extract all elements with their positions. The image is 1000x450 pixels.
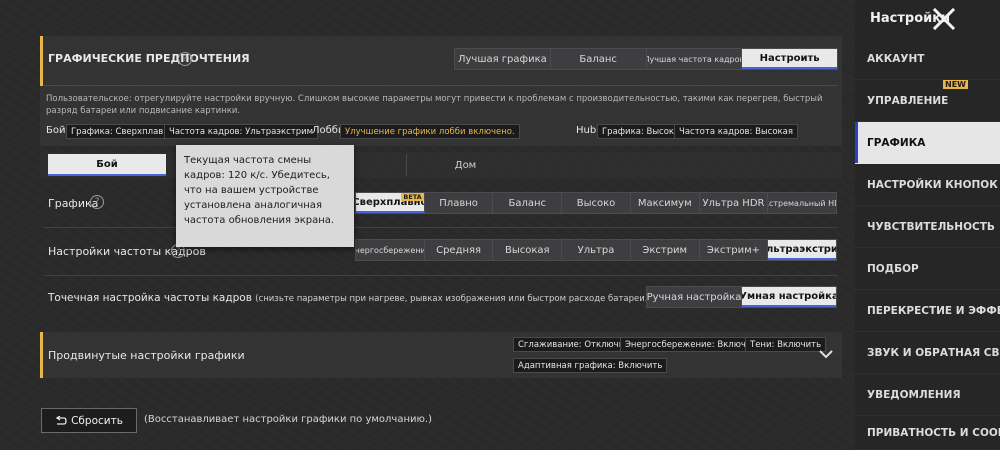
sidebar-item-notifications[interactable]: УВЕДОМЛЕНИЯ: [855, 374, 1000, 416]
fps-tooltip: Текущая частота смены кадров: 120 к/с. У…: [176, 145, 354, 247]
graphics-option-max[interactable]: Максимум: [631, 193, 700, 213]
fine-tune-selector: Ручная настройка Умная настройка: [646, 286, 837, 308]
fps-option-ultra[interactable]: Ультра: [562, 240, 631, 260]
sidebar-item-button-settings[interactable]: НАСТРОЙКИ КНОПОК: [855, 164, 1000, 206]
preset-best-fps[interactable]: Лучшая частота кадров: [647, 49, 743, 69]
fine-tune-label: Точечная настройка частоты кадров (снизь…: [48, 292, 651, 304]
fps-option-high[interactable]: Высокая: [493, 240, 563, 260]
row-divider: [44, 275, 838, 276]
advanced-tag-shadows: Тени: Включить: [745, 337, 827, 352]
fps-option-ultra-extreme[interactable]: Ультраэкстрим: [768, 240, 837, 260]
fps-option-extreme[interactable]: Экстрим: [631, 240, 700, 260]
hub-graphics-tag: Графика: Высоко: [597, 124, 685, 139]
sidebar-item-matchmaking[interactable]: ПОДБОР: [855, 248, 1000, 290]
fps-selector: Энергосбережение Средняя Высокая Ультра …: [355, 239, 837, 261]
hub-label: Hub: [576, 125, 597, 136]
fine-tune-smart[interactable]: Умная настройка: [742, 287, 836, 307]
graphics-option-extreme-hdr[interactable]: Экстремальный HDR: [768, 193, 836, 213]
preset-best-graphics[interactable]: Лучшая графика: [455, 49, 551, 69]
row-divider: [44, 227, 838, 228]
lobby-status-tag: Улучшение графики лобби включено.: [340, 124, 520, 139]
custom-description: Пользовательское: отрегулируйте настройк…: [46, 94, 823, 116]
close-icon[interactable]: [930, 6, 958, 32]
undo-icon: [55, 414, 67, 426]
advanced-title: Продвинутые настройки графики: [48, 349, 245, 362]
reset-hint: (Восстанавливает настройки графики по ум…: [144, 414, 433, 425]
fps-option-medium[interactable]: Средняя: [425, 240, 494, 260]
graphics-prefs-title: ГРАФИЧЕСКИЕ ПРЕДПОЧТЕНИЯ: [48, 52, 250, 65]
reset-button[interactable]: Сбросить: [41, 408, 137, 433]
sidebar-item-privacy[interactable]: ПРИВАТНОСТЬ И СООБЩ.: [855, 416, 1000, 450]
hub-fps-tag: Частота кадров: Высокая: [674, 124, 798, 139]
sidebar-item-controls[interactable]: УПРАВЛЕНИЕ: [855, 80, 1000, 122]
help-icon[interactable]: ?: [178, 52, 192, 66]
fps-option-extreme-plus[interactable]: Экстрим+: [700, 240, 769, 260]
battle-fps-tag: Частота кадров: Ультраэкстрим: [164, 124, 319, 139]
tab-battle[interactable]: Бой: [48, 154, 166, 176]
sidebar-item-sensitivity[interactable]: ЧУВСТВИТЕЛЬНОСТЬ: [855, 206, 1000, 248]
preset-selector: Лучшая графика Баланс Лучшая частота кад…: [454, 48, 838, 70]
panel-accent: [40, 332, 43, 378]
graphics-option-ultra-hdr[interactable]: Ультра HDR: [700, 193, 769, 213]
fps-option-power-saving[interactable]: Энергосбережение: [356, 240, 425, 260]
help-icon[interactable]: ?: [90, 195, 104, 209]
new-badge: NEW: [943, 80, 968, 89]
tab-home[interactable]: Дом: [406, 154, 524, 176]
beta-badge: BETA: [401, 193, 424, 201]
chevron-down-icon[interactable]: [818, 348, 834, 360]
prefs-divider: [44, 85, 838, 86]
battle-graphics-tag: Графика: Сверхплавно: [66, 124, 180, 139]
graphics-option-high[interactable]: Высоко: [562, 193, 631, 213]
preset-custom[interactable]: Настроить: [742, 49, 837, 69]
graphics-option-balance[interactable]: Баланс: [493, 193, 563, 213]
panel-accent: [40, 36, 43, 86]
fine-tune-manual[interactable]: Ручная настройка: [647, 287, 742, 307]
graphics-option-smooth-plus[interactable]: Сверхплавно BETA: [356, 193, 425, 213]
fine-tune-hint: (снизьте параметры при нагреве, рывках и…: [255, 294, 651, 304]
sidebar-item-sound[interactable]: ЗВУК И ОБРАТНАЯ СВЯЗЬ: [855, 332, 1000, 374]
graphics-quality-selector: Сверхплавно BETA Плавно Баланс Высоко Ма…: [355, 192, 837, 214]
sidebar-item-crosshair[interactable]: ПЕРЕКРЕСТИЕ И ЭФФЕКТЫ: [855, 290, 1000, 332]
graphics-option-smooth[interactable]: Плавно: [425, 193, 494, 213]
preset-balance[interactable]: Баланс: [551, 49, 647, 69]
advanced-tag-adaptive: Адаптивная графика: Включить: [513, 358, 668, 373]
sidebar-item-graphics[interactable]: ГРАФИКА: [855, 122, 1000, 164]
sidebar-item-account[interactable]: АККАУНТ: [855, 38, 1000, 80]
battle-label: Бой: [46, 125, 66, 136]
